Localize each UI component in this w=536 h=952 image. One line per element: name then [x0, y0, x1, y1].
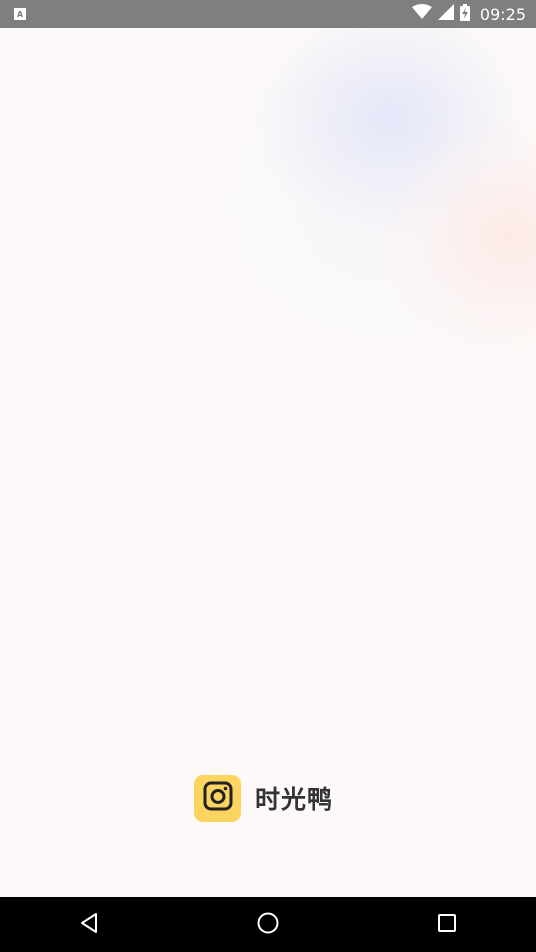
- signal-icon: [437, 4, 454, 24]
- navigation-bar: [0, 897, 536, 952]
- wifi-icon: [411, 4, 432, 24]
- home-button[interactable]: [238, 897, 298, 952]
- camera-icon: [202, 780, 234, 816]
- splash-screen: A 09:25 时光鸭: [0, 0, 536, 952]
- back-button[interactable]: [59, 897, 119, 952]
- back-icon: [78, 912, 100, 938]
- brand: 时光鸭: [194, 774, 333, 822]
- battery-charging-icon: [459, 3, 470, 25]
- recents-button[interactable]: [417, 897, 477, 952]
- app-logo: [194, 774, 241, 822]
- home-icon: [256, 911, 280, 939]
- status-time: 09:25: [479, 4, 526, 24]
- splash-content: [0, 28, 536, 897]
- app-name: 时光鸭: [255, 785, 334, 814]
- notification-icon: A: [14, 8, 26, 20]
- recents-icon: [437, 913, 457, 937]
- notification-icon-letter: A: [16, 9, 24, 19]
- status-bar: A 09:25: [0, 0, 536, 28]
